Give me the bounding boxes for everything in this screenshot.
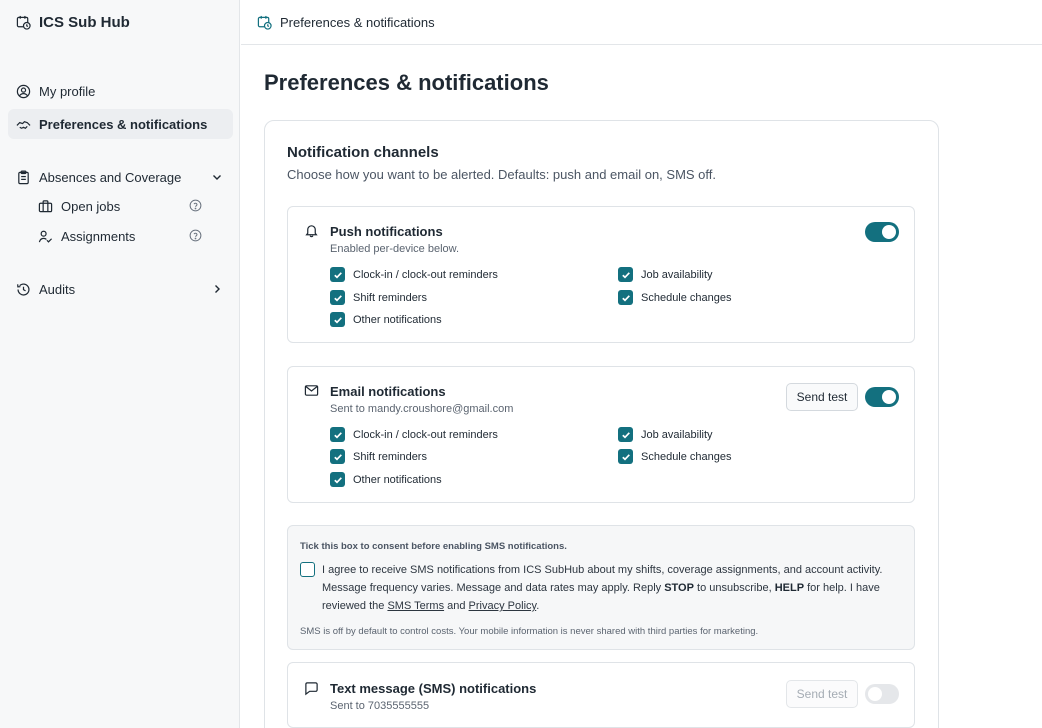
checkbox-checked[interactable] [330, 267, 345, 282]
message-square-icon [304, 681, 319, 696]
toggle-knob [882, 390, 896, 404]
sms-toggle[interactable] [865, 684, 899, 704]
calendar-clock-icon [16, 15, 31, 30]
option-label: Other notifications [353, 313, 442, 326]
email-option-shift[interactable]: Shift reminders [330, 449, 427, 464]
sms-consent-checkbox[interactable] [300, 562, 315, 577]
consent-text-part: . [536, 600, 540, 612]
history-icon [16, 282, 31, 297]
consent-heading: Tick this box to consent before enabling… [300, 541, 567, 552]
push-option-shift[interactable]: Shift reminders [330, 290, 427, 305]
brand[interactable]: ICS Sub Hub [16, 14, 130, 31]
sidebar: ICS Sub Hub My profile Preferences & not… [0, 0, 240, 728]
consent-footnote: SMS is off by default to control costs. … [300, 626, 759, 637]
mail-icon [304, 383, 319, 398]
sms-subtitle: Sent to 7035555555 [330, 700, 430, 712]
sms-title: Text message (SMS) notifications [330, 681, 537, 696]
push-subtitle: Enabled per-device below. [330, 243, 460, 255]
sidebar-subitem-open-jobs[interactable]: Open jobs [38, 193, 210, 219]
sidebar-subitem-label: Assignments [61, 228, 136, 244]
option-label: Other notifications [353, 473, 442, 486]
checkbox-checked[interactable] [618, 449, 633, 464]
user-circle-icon [16, 84, 31, 99]
calendar-clock-icon [257, 15, 272, 30]
checkbox-checked[interactable] [618, 427, 633, 442]
checkbox-checked[interactable] [330, 449, 345, 464]
checkbox-checked[interactable] [330, 290, 345, 305]
consent-text: I agree to receive SMS notifications fro… [322, 561, 902, 615]
push-title: Push notifications [330, 224, 443, 239]
toggle-knob [868, 687, 882, 701]
push-option-other[interactable]: Other notifications [330, 312, 442, 327]
sidebar-item-label: Absences and Coverage [39, 169, 182, 185]
clipboard-icon [16, 170, 31, 185]
card-title: Notification channels [287, 144, 439, 161]
sms-terms-link[interactable]: SMS Terms [387, 600, 444, 612]
checkbox-checked[interactable] [330, 312, 345, 327]
sidebar-subitem-label: Open jobs [61, 198, 121, 214]
push-option-clock[interactable]: Clock-in / clock-out reminders [330, 267, 498, 282]
sidebar-item-preferences[interactable]: Preferences & notifications [8, 109, 233, 139]
sidebar-item-audits[interactable]: Audits [8, 274, 233, 304]
checkbox-checked[interactable] [618, 290, 633, 305]
notification-channels-card: Notification channels Choose how you wan… [264, 120, 939, 728]
bell-icon [304, 223, 319, 238]
push-option-jobs[interactable]: Job availability [618, 267, 713, 282]
option-label: Job availability [641, 428, 713, 441]
sidebar-item-my-profile[interactable]: My profile [8, 76, 233, 106]
email-notifications-panel: Email notifications Sent to mandy.croush… [287, 366, 915, 503]
option-label: Clock-in / clock-out reminders [353, 268, 498, 281]
email-send-test-button[interactable]: Send test [786, 383, 858, 411]
sidebar-item-label: Preferences & notifications [39, 116, 208, 132]
email-subtitle: Sent to mandy.croushore@gmail.com [330, 403, 514, 415]
toggle-knob [882, 225, 896, 239]
consent-text-part: to unsubscribe, [693, 582, 775, 594]
option-label: Schedule changes [641, 450, 732, 463]
option-label: Shift reminders [353, 450, 427, 463]
push-option-schedule[interactable]: Schedule changes [618, 290, 732, 305]
sidebar-item-label: My profile [39, 83, 96, 99]
topbar: Preferences & notifications [241, 0, 1042, 45]
checkbox-checked[interactable] [330, 472, 345, 487]
sidebar-item-absences[interactable]: Absences and Coverage [8, 162, 233, 192]
push-notifications-panel: Push notifications Enabled per-device be… [287, 206, 915, 343]
sidebar-subitem-assignments[interactable]: Assignments [38, 223, 210, 249]
privacy-policy-link[interactable]: Privacy Policy [469, 600, 537, 612]
chevron-right-icon[interactable] [211, 283, 223, 295]
email-option-clock[interactable]: Clock-in / clock-out reminders [330, 427, 498, 442]
sidebar-item-label: Audits [39, 281, 76, 297]
email-toggle[interactable] [865, 387, 899, 407]
email-option-jobs[interactable]: Job availability [618, 427, 713, 442]
option-label: Clock-in / clock-out reminders [353, 428, 498, 441]
sms-consent-box: Tick this box to consent before enabling… [287, 525, 915, 650]
checkbox-checked[interactable] [330, 427, 345, 442]
consent-help-keyword: HELP [774, 582, 805, 594]
briefcase-icon [38, 199, 53, 214]
option-label: Shift reminders [353, 291, 427, 304]
help-circle-icon[interactable] [189, 229, 202, 242]
page-title: Preferences & notifications [264, 70, 549, 95]
checkbox-checked[interactable] [618, 267, 633, 282]
topbar-title: Preferences & notifications [280, 14, 435, 30]
handshake-icon [16, 117, 31, 132]
email-option-other[interactable]: Other notifications [330, 472, 442, 487]
consent-text-part: and [444, 600, 469, 612]
app-name: ICS Sub Hub [39, 14, 130, 31]
consent-stop-keyword: STOP [664, 582, 694, 594]
sms-send-test-button[interactable]: Send test [786, 680, 858, 708]
user-check-icon [38, 229, 53, 244]
sms-notifications-panel: Text message (SMS) notifications Sent to… [287, 662, 915, 728]
option-label: Job availability [641, 268, 713, 281]
email-title: Email notifications [330, 384, 446, 399]
option-label: Schedule changes [641, 291, 732, 304]
chevron-down-icon[interactable] [211, 171, 223, 183]
email-option-schedule[interactable]: Schedule changes [618, 449, 732, 464]
card-subtitle: Choose how you want to be alerted. Defau… [287, 167, 717, 182]
push-toggle[interactable] [865, 222, 899, 242]
help-circle-icon[interactable] [189, 199, 202, 212]
